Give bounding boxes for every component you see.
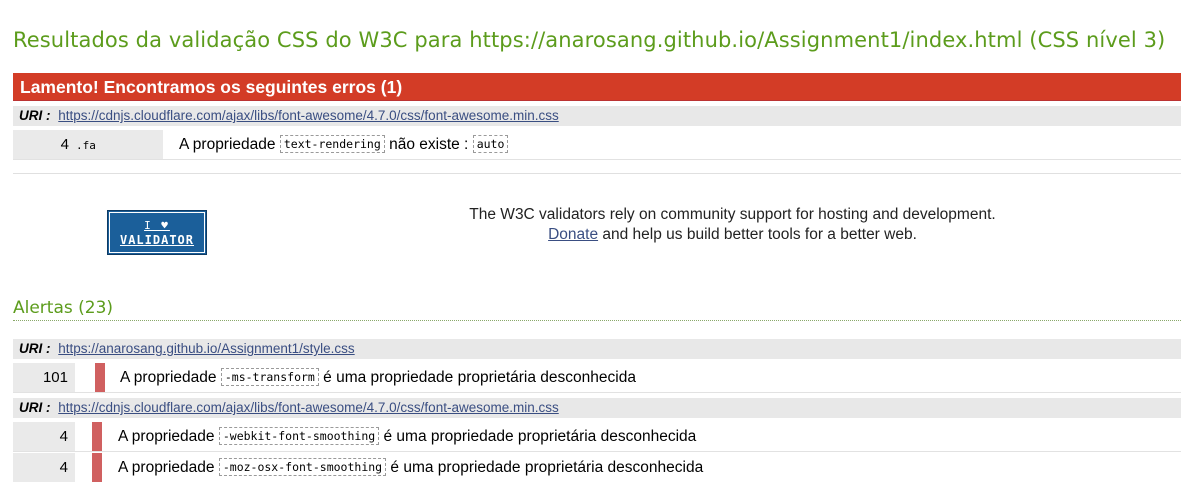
warning-line-number: 101 [13, 363, 75, 392]
errors-heading: Lamento! Encontramos os seguintes erros … [13, 73, 1181, 101]
warning-line-number: 4 [13, 453, 75, 482]
error-line-number: 4 [13, 130, 75, 159]
page-title: Resultados da validação CSS do W3C para … [13, 28, 1166, 52]
warning-msg-suffix: é uma propriedade proprietária desconhec… [383, 428, 697, 445]
warnings-heading-underline [13, 320, 1181, 321]
warning-row: 4 A propriedade -moz-osx-font-smoothing … [13, 453, 1181, 483]
warning-msg-suffix: é uma propriedade proprietária desconhec… [323, 369, 636, 386]
warning-property: -webkit-font-smoothing [218, 427, 380, 445]
support-text: The W3C validators rely on community sup… [469, 206, 996, 223]
section-divider [13, 173, 1181, 174]
warnings-uri-row: URI : https://cdnjs.cloudflare.com/ajax/… [13, 398, 1181, 418]
warning-row: 4 A propriedade -webkit-font-smoothing é… [13, 422, 1181, 452]
donate-suffix: and help us build better tools for a bet… [602, 226, 917, 243]
warning-level-bar [92, 422, 102, 451]
warning-msg-prefix: A propriedade [118, 459, 215, 476]
warning-line-number: 4 [13, 422, 75, 451]
warning-property: -moz-osx-font-smoothing [218, 458, 387, 476]
validation-results-page: Resultados da validação CSS do W3C para … [0, 0, 1181, 482]
error-row: 4 .fa A propriedade text-rendering não e… [13, 130, 1181, 160]
badge-heart-text: I ♥ [144, 219, 170, 232]
warnings-uri-row: URI : https://anarosang.github.io/Assign… [13, 339, 1181, 359]
warning-message: A propriedade -webkit-font-smoothing é u… [118, 422, 696, 451]
donate-line: Donate and help us build better tools fo… [400, 225, 1065, 245]
warning-message: A propriedade -moz-osx-font-smoothing é … [118, 453, 703, 482]
uri-label: URI : [19, 341, 51, 356]
uri-label: URI : [19, 400, 51, 415]
warning-level-bar [95, 363, 105, 392]
error-msg-prefix: A propriedade [179, 136, 276, 153]
error-msg-middle: não existe : [389, 136, 469, 153]
donate-link[interactable]: Donate [548, 226, 598, 243]
warning-message: A propriedade -ms-transform é uma propri… [120, 363, 636, 392]
uri-label: URI : [19, 108, 51, 123]
badge-validator-text: VALIDATOR [119, 233, 195, 247]
errors-uri-link[interactable]: https://cdnjs.cloudflare.com/ajax/libs/f… [58, 108, 558, 123]
support-message: The W3C validators rely on community sup… [400, 205, 1065, 245]
error-property: text-rendering [279, 135, 385, 153]
warning-level-bar [92, 453, 102, 482]
warning-property: -ms-transform [220, 368, 319, 386]
warning-row: 101 A propriedade -ms-transform é uma pr… [13, 363, 1181, 393]
warnings-heading: Alertas (23) [13, 298, 114, 318]
warning-msg-prefix: A propriedade [120, 369, 217, 386]
warning-msg-suffix: é uma propriedade proprietária desconhec… [390, 459, 704, 476]
error-context: .fa [75, 130, 163, 159]
i-love-validator-badge[interactable]: I ♥ VALIDATOR [107, 210, 207, 255]
warnings-uri-link[interactable]: https://anarosang.github.io/Assignment1/… [58, 341, 354, 356]
error-message: A propriedade text-rendering não existe … [179, 130, 509, 159]
error-value: auto [472, 135, 509, 153]
warning-msg-prefix: A propriedade [118, 428, 215, 445]
errors-uri-row: URI : https://cdnjs.cloudflare.com/ajax/… [13, 106, 1181, 126]
warnings-uri-link[interactable]: https://cdnjs.cloudflare.com/ajax/libs/f… [58, 400, 558, 415]
